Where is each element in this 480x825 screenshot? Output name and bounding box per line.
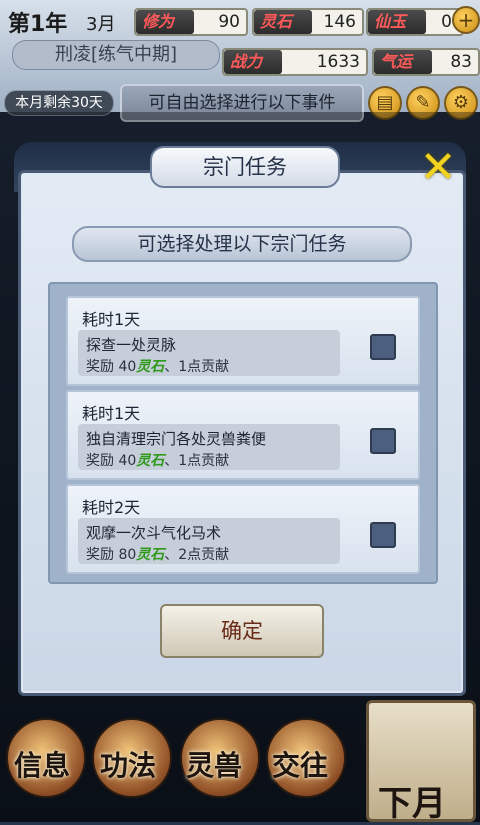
reward-suffix: 、2点贡献 [164, 547, 230, 563]
task-checkbox[interactable] [370, 428, 396, 454]
task-duration: 耗时2天 [82, 498, 141, 517]
task-description: 独自清理宗门各处灵兽粪便 奖励 40灵石、1点贡献 [78, 424, 340, 470]
task-duration: 耗时1天 [82, 310, 141, 329]
stat-value: 146 [323, 12, 356, 32]
reward-item: 灵石 [136, 547, 165, 563]
task-name: 独自清理宗门各处灵兽粪便 [86, 430, 267, 448]
task-name: 观摩一次斗气化马术 [86, 524, 222, 542]
nav-beasts-label: 灵兽 [186, 749, 243, 782]
task-item[interactable]: 耗时2天 观摩一次斗气化马术 奖励 80灵石、2点贡献 [66, 484, 420, 574]
stat-label: 灵石 [254, 10, 312, 34]
task-item[interactable]: 耗时1天 独自清理宗门各处灵兽粪便 奖励 40灵石、1点贡献 [66, 390, 420, 480]
stat-cultivation: 修为 90 [134, 8, 248, 36]
task-checkbox[interactable] [370, 334, 396, 360]
reward-suffix: 、1点贡献 [164, 359, 230, 375]
month-label: 3月 [86, 14, 116, 35]
stat-combat-power: 战力 1633 [222, 48, 368, 76]
task-reward: 奖励 40灵石、1点贡献 [86, 356, 229, 376]
confirm-button[interactable]: 确定 [160, 604, 324, 658]
close-icon[interactable]: ✕ [416, 146, 460, 190]
task-description: 观摩一次斗气化马术 奖励 80灵石、2点贡献 [78, 518, 340, 564]
task-description: 探查一处灵脉 奖励 40灵石、1点贡献 [78, 330, 340, 376]
next-month-label: 下月 [378, 784, 446, 824]
task-list: 耗时1天 探查一处灵脉 奖励 40灵石、1点贡献 耗时1天 独自清理宗门各处灵兽… [48, 282, 438, 584]
stat-label: 仙玉 [368, 10, 426, 34]
stat-value: 0 [441, 12, 452, 32]
reward-item: 灵石 [136, 359, 165, 375]
reward-prefix: 奖励 40 [86, 359, 137, 375]
dialog-title: 宗门任务 [150, 146, 340, 188]
task-duration: 耗时1天 [82, 404, 141, 423]
task-item[interactable]: 耗时1天 探查一处灵脉 奖励 40灵石、1点贡献 [66, 296, 420, 386]
stat-label: 修为 [136, 10, 194, 34]
task-reward: 奖励 80灵石、2点贡献 [86, 544, 229, 564]
nav-info-label: 信息 [14, 749, 71, 782]
dialog-subtitle: 可选择处理以下宗门任务 [72, 226, 412, 262]
task-reward: 奖励 40灵石、1点贡献 [86, 450, 229, 470]
nav-social-label: 交往 [272, 749, 329, 782]
year-label: 第1年 [8, 12, 68, 37]
stat-value: 1633 [316, 52, 360, 72]
stat-label: 战力 [224, 50, 282, 74]
reward-item: 灵石 [136, 453, 165, 469]
stat-label: 气运 [374, 50, 432, 74]
stat-luck: 气运 83 [372, 48, 480, 76]
task-checkbox[interactable] [370, 522, 396, 548]
character-name: 刑凌[练气中期] [12, 40, 220, 70]
stat-value: 90 [218, 12, 240, 32]
reward-prefix: 奖励 40 [86, 453, 137, 469]
stat-value: 83 [450, 52, 472, 72]
stat-immortal-jade: 仙玉 0 [366, 8, 464, 36]
stat-spirit-stone: 灵石 146 [252, 8, 364, 36]
nav-skills-label: 功法 [100, 749, 157, 782]
add-icon[interactable]: + [452, 6, 480, 34]
task-name: 探查一处灵脉 [86, 336, 177, 354]
reward-prefix: 奖励 80 [86, 547, 137, 563]
reward-suffix: 、1点贡献 [164, 453, 230, 469]
